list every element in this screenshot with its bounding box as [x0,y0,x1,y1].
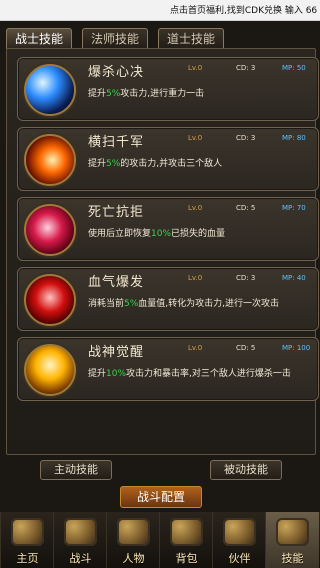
skill-card[interactable]: 横扫千军 Lv.0 CD: 3 MP: 80 提升5%的攻击力,并攻击三个敌人 [17,127,319,191]
nav-label: 技能 [281,552,304,565]
red-bloom-icon [24,204,76,256]
skill-cooldown: CD: 3 [236,134,256,142]
desc-percent: 10% [106,369,127,379]
skill-card[interactable]: 爆杀心决 Lv.0 CD: 3 MP: 50 提升5%攻击力,进行重力一击 [17,57,319,121]
desc-suffix: 血量值,转化为攻击力,进行一次攻击 [138,299,280,309]
skill-description: 提升10%攻击力和暴击率,对三个敌人进行爆杀一击 [88,368,313,381]
status-bar: 点击首页福利,找到CDK兑换 输入 66 [0,0,320,21]
tab-taoist-skills[interactable]: 道士技能 [158,28,224,49]
nav-label: 伙伴 [228,552,251,565]
active-skills-button[interactable]: 主动技能 [40,460,112,480]
nav-label: 战斗 [69,552,92,565]
blue-slash-icon [24,64,76,116]
golden-warrior-icon [24,344,76,396]
skill-card[interactable]: 血气爆发 Lv.0 CD: 3 MP: 40 消耗当前5%血量值,转化为攻击力,… [17,267,319,331]
skill-cooldown: CD: 3 [236,64,256,72]
desc-suffix: 攻击力和暴击率,对三个敌人进行爆杀一击 [126,369,291,379]
status-marquee: 点击首页福利,找到CDK兑换 输入 66 [170,6,318,16]
tab-mage-skills[interactable]: 法师技能 [82,28,148,49]
skill-description: 提升5%攻击力,进行重力一击 [88,88,313,101]
desc-prefix: 消耗当前 [88,299,125,309]
desc-percent: 5% [124,299,139,309]
desc-prefix: 提升 [88,159,107,169]
nav-label: 背包 [175,552,198,565]
skill-book-icon [276,518,309,546]
tab-warrior-skills[interactable]: 战士技能 [6,28,72,49]
skill-mana-cost: MP: 80 [282,134,306,142]
desc-suffix: 攻击力,进行重力一击 [120,89,205,99]
skill-name: 血气爆发 [88,275,145,290]
desc-suffix: 的攻击力,并攻击三个敌人 [120,159,223,169]
skill-mana-cost: MP: 50 [282,64,306,72]
skill-mana-cost: MP: 70 [282,204,306,212]
skill-description: 提升5%的攻击力,并攻击三个敌人 [88,158,313,171]
skill-level: Lv.0 [188,204,203,212]
handshake-icon [223,518,256,546]
skill-name: 横扫千军 [88,135,145,150]
armor-icon [117,518,150,546]
desc-percent: 5% [106,159,121,169]
nav-label: 主页 [16,552,39,565]
skill-level: Lv.0 [188,274,203,282]
skill-name: 爆杀心决 [88,65,145,80]
skill-card[interactable]: 死亡抗拒 Lv.0 CD: 5 MP: 70 使用后立即恢复10%已损失的血量 [17,197,319,261]
nav-partner[interactable]: 伙伴 [212,512,266,568]
skill-cooldown: CD: 5 [236,344,256,352]
skill-tabs: 战士技能 法师技能 道士技能 [6,28,314,49]
nav-bag[interactable]: 背包 [159,512,213,568]
bottom-navigation: 主页 战斗 人物 背包 伙伴 技能 [0,512,320,568]
nav-skills[interactable]: 技能 [265,512,319,568]
skill-cooldown: CD: 3 [236,274,256,282]
nav-home[interactable]: 主页 [0,512,54,568]
skill-description: 使用后立即恢复10%已损失的血量 [88,228,313,241]
desc-prefix: 提升 [88,89,107,99]
skills-panel: 爆杀心决 Lv.0 CD: 3 MP: 50 提升5%攻击力,进行重力一击 横扫… [6,48,319,455]
palace-icon [11,518,44,546]
skill-description: 消耗当前5%血量值,转化为攻击力,进行一次攻击 [88,298,313,311]
skill-cooldown: CD: 5 [236,204,256,212]
skill-level: Lv.0 [188,64,203,72]
chest-icon [170,518,203,546]
passive-skills-button[interactable]: 被动技能 [210,460,282,480]
desc-percent: 5% [106,89,121,99]
skill-name: 死亡抗拒 [88,205,145,220]
skill-card[interactable]: 战神觉醒 Lv.0 CD: 5 MP: 100 提升10%攻击力和暴击率,对三个… [17,337,319,401]
blood-burst-icon [24,274,76,326]
skill-mana-cost: MP: 100 [282,344,311,352]
desc-percent: 10% [151,229,172,239]
skill-level: Lv.0 [188,344,203,352]
skill-name: 战神觉醒 [88,345,145,360]
desc-suffix: 已损失的血量 [171,229,226,239]
fire-sweep-icon [24,134,76,186]
crossed-swords-icon [64,518,97,546]
skill-level: Lv.0 [188,134,203,142]
desc-prefix: 使用后立即恢复 [88,229,152,239]
nav-character[interactable]: 人物 [106,512,160,568]
skill-mana-cost: MP: 40 [282,274,306,282]
nav-battle[interactable]: 战斗 [53,512,107,568]
nav-label: 人物 [122,552,145,565]
battle-config-button[interactable]: 战斗配置 [120,486,202,508]
desc-prefix: 提升 [88,369,107,379]
